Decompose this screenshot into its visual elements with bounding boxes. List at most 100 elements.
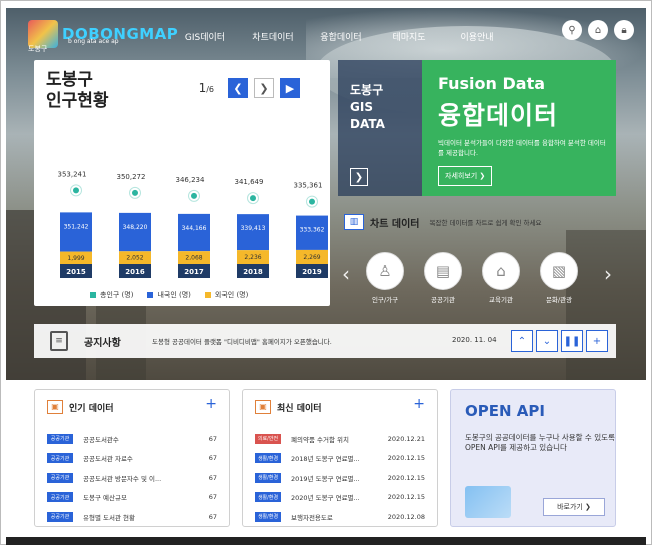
total-point [73,187,79,194]
chevron-down-icon[interactable]: ⌄ [536,330,558,352]
notice-title: 공지사항 [84,338,121,349]
latest-more-icon[interactable]: + [413,396,425,412]
open-api-desc: 도봉구의 공공데이터를 누구나 사용할 수 있도록 OPEN API를 제공하고… [465,433,615,452]
list-item-value: 67 [208,473,217,482]
total-point [132,189,138,196]
domestic-label: 333,362 [300,227,325,234]
list-item-title: 유형별 도서관 현황 [83,513,135,522]
total-label: 335,361 [294,182,323,190]
total-point [191,192,197,199]
population-chart: 353,241 351,242 1,999 2015 350,272 348,220 2,0… [58,170,328,278]
category-badge: 공공기관 [47,472,73,483]
chart-item-education[interactable]: ⌂ 교육기관 [480,252,522,304]
list-item[interactable]: 생활/환경 2019년 도봉구 연료별... 2020.12.15 [255,468,425,488]
list-item-value: 67 [208,434,217,443]
list-item[interactable]: 의료/안전 폐의약품 수거함 위치 2020.12.21 [255,429,425,449]
list-item-title: 보행자전용도로 [291,513,333,522]
site-logo[interactable]: DOBONGMAP 도봉구 b ong ata ace ap [28,20,178,53]
notice-icon: ≡ [50,331,68,351]
list-item-title: 2018년 도봉구 연료별... [291,455,360,464]
gis-data-panel[interactable]: 도봉구 GIS DATA ❯ [338,60,422,196]
fusion-title-ko: 융합데이터 [438,101,559,130]
total-label: 350,272 [117,173,146,181]
chart-section-title: 차트 데이터 [370,218,420,230]
legend-total: 총인구 (명) [90,290,133,300]
list-item-value: 67 [208,493,217,502]
chart-item-label: 교육기관 [489,296,513,304]
legend-domestic: 내국인 (명) [147,290,191,300]
notice-bar: ≡ 공지사항 도봉형 공공데이터 플랫폼 "디비디비맵" 홈페이지가 오픈했습니… [34,324,616,358]
play-button[interactable]: ▶ [280,78,300,98]
popular-data-panel: ▣ 인기 데이터 + 공공기관 공공도서관수 67 공공기관 공공도서관 자료수 67 공공… [34,389,230,527]
chart-item-culture[interactable]: ▧ 문화/관광 [538,252,580,304]
open-api-panel: OPEN API 도봉구의 공공데이터를 누구나 사용할 수 있도록 OPEN … [450,389,616,527]
latest-list: 의료/안전 폐의약품 수거함 위치 2020.12.21 생활/환경 2018년 도봉구… [255,429,425,527]
prev-page-button[interactable]: ❮ [228,78,248,98]
notice-message[interactable]: 도봉형 공공데이터 플랫폼 "디비디비맵" 홈페이지가 오픈했습니다. [152,336,332,346]
fusion-more-button[interactable]: 자세히보기 ❯ [438,166,493,186]
list-item-title: 폐의약품 수거함 위치 [291,435,349,444]
page-indicator: 1/6 [198,81,214,95]
chart-item-population[interactable]: ♙ 인구/가구 [364,252,406,304]
list-item[interactable]: 공공기관 유형별 도서관 현황 67 [47,507,217,527]
list-item[interactable]: 공공기관 공공도서관 방문자수 및 이... 67 [47,468,217,488]
domestic-bar [178,213,210,252]
category-badge: 공공기관 [47,453,73,464]
list-item-title: 2020년 도봉구 연료별... [291,494,360,503]
x-tick-label: 2017 [184,268,204,276]
menu-chart-data[interactable]: 차트데이터 [239,30,307,43]
domestic-bar [60,212,92,252]
total-label: 341,649 [235,178,264,186]
list-item-value: 2020.12.08 [387,512,425,521]
chevron-left-icon[interactable]: ‹ [342,262,350,286]
logo-sub: 도봉구 [28,45,48,53]
open-api-go-button[interactable]: 바로가기 ❯ [543,498,605,516]
foreign-label: 2,269 [303,254,320,261]
list-item[interactable]: 공공기관 공공도서관 자료수 67 [47,449,217,469]
pause-icon[interactable]: ❚❚ [561,330,583,352]
next-page-button[interactable]: ❯ [254,78,274,98]
list-item-value: 2020.12.21 [387,434,425,443]
category-badge: 생활/환경 [255,453,281,464]
plus-icon[interactable]: + [586,330,608,352]
popular-list: 공공기관 공공도서관수 67 공공기관 공공도서관 자료수 67 공공기관 공공도서관 방문자… [47,429,217,527]
list-item-title: 2019년 도봉구 연료별... [291,474,360,483]
foreign-label: 2,068 [185,255,202,262]
lock-icon[interactable]: 🔒︎ [614,20,634,40]
chart-item-public[interactable]: ▤ 공공기관 [422,252,464,304]
foreign-label: 1,999 [67,255,84,262]
list-item[interactable]: 공공기관 도봉구 예산규모 67 [47,488,217,508]
category-badge: 생활/환경 [255,492,281,503]
x-tick-label: 2016 [125,268,145,276]
list-item[interactable]: 생활/환경 2018년 도봉구 연료별... 2020.12.15 [255,449,425,469]
category-badge: 생활/환경 [255,511,281,522]
chart-icon: ▥ [344,214,364,230]
school-icon: ⌂ [482,252,520,290]
population-pager: 1/6 ❮ ❯ ▶ [199,78,300,98]
fusion-desc: 빅데이터 분석가들이 다양한 데이터를 융합하여 분석한 데이터를 제공합니다. [438,139,606,157]
total-point [250,195,256,202]
menu-theme-map[interactable]: 테마지도 [375,30,443,43]
latest-icon: ▣ [255,400,271,414]
gis-arrow-icon[interactable]: ❯ [350,168,368,186]
list-item[interactable]: 생활/환경 2020년 도봉구 연료별... 2020.12.15 [255,488,425,508]
gis-title: 도봉구 GIS DATA [350,83,385,131]
domestic-label: 344,166 [182,225,207,232]
menu-guide[interactable]: 이용안내 [443,30,511,43]
domestic-label: 339,413 [241,225,266,232]
list-item[interactable]: 공공기관 공공도서관수 67 [47,429,217,449]
list-item[interactable]: 생활/환경 보행자전용도로 2020.12.08 [255,507,425,527]
search-icon[interactable]: ⚲ [562,20,582,40]
home-icon[interactable]: ⌂ [588,20,608,40]
population-title: 도봉구 인구현황 [46,70,109,111]
list-item-value: 2020.12.15 [387,454,425,463]
menu-fusion-data[interactable]: 융합데이터 [307,30,375,43]
chevron-up-icon[interactable]: ⌃ [511,330,533,352]
popular-more-icon[interactable]: + [205,396,217,412]
list-item-title: 공공도서관 자료수 [83,455,133,464]
list-item-title: 공공도서관 방문자수 및 이... [83,474,162,483]
category-badge: 생활/환경 [255,472,281,483]
total-label: 346,234 [176,176,205,184]
menu-gis-data[interactable]: GIS데이터 [171,30,239,43]
chevron-right-icon[interactable]: › [604,262,612,286]
